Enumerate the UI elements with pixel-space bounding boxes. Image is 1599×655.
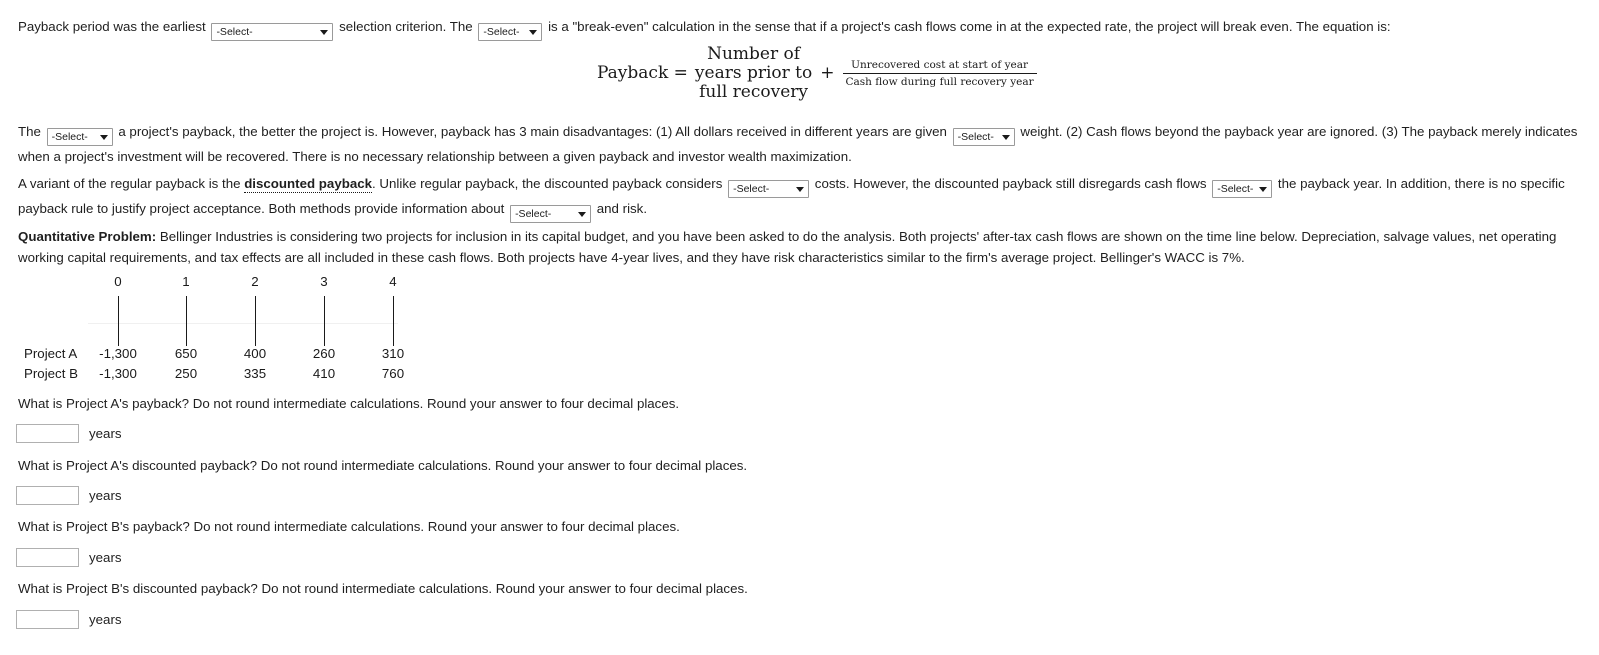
chevron-down-icon [578, 212, 587, 217]
timeline-b-value-4: 760 [381, 366, 405, 381]
beyond-before-select-value: -Select- [1217, 183, 1254, 195]
question-3-text: What is Project B's payback? Do not roun… [18, 519, 680, 534]
equation-stack-line-3: full recovery [699, 81, 808, 102]
timeline-row-label-a: Project A [24, 346, 78, 361]
timeline-b-value-2: 335 [243, 366, 267, 381]
payback-criterion-select[interactable]: -Select- [211, 23, 334, 41]
chevron-down-icon [796, 187, 805, 192]
weight-select-value: -Select- [957, 131, 994, 143]
question-3-input[interactable] [16, 548, 79, 567]
question-2-unit: years [89, 488, 122, 503]
timeline-period-3: 3 [320, 274, 328, 289]
timeline-a-value-0: -1,300 [99, 346, 137, 361]
question-2-input[interactable] [16, 486, 79, 505]
quantitative-problem-paragraph: Quantitative Problem: Bellinger Industri… [18, 226, 1578, 268]
question-1-unit: years [89, 426, 122, 441]
timeline-a-value-1: 650 [174, 346, 198, 361]
question-1-text: What is Project A's payback? Do not roun… [18, 396, 680, 411]
para3-text-2: . Unlike regular payback, the discounted… [372, 176, 723, 191]
timeline-b-value-0: -1,300 [99, 366, 137, 381]
para3-text-1: A variant of the regular payback is the [18, 176, 241, 191]
shorter-longer-select-value: -Select- [51, 131, 88, 143]
timeline-a-value-2: 400 [243, 346, 267, 361]
breakeven-term-select[interactable]: -Select- [478, 23, 543, 41]
question-3-answer-row: years [16, 548, 122, 567]
chevron-down-icon [99, 135, 108, 140]
timeline-tick-3 [324, 296, 325, 346]
quantitative-problem-text: Bellinger Industries is considering two … [18, 229, 1557, 265]
timeline-period-4: 4 [389, 274, 397, 289]
equation-numerator: Unrecovered cost at start of year [851, 58, 1028, 71]
timeline-a-value-4: 310 [381, 346, 405, 361]
chevron-down-icon [1259, 187, 1268, 192]
timeline-b-value-3: 410 [312, 366, 336, 381]
chevron-down-icon [529, 30, 538, 35]
liquidity-select[interactable]: -Select- [510, 205, 592, 223]
question-2-text: What is Project A's discounted payback? … [18, 458, 748, 473]
question-4-text: What is Project B's discounted payback? … [18, 581, 748, 596]
intro-text-1: Payback period was the earliest [18, 19, 206, 34]
payback-criterion-select-value: -Select- [216, 26, 253, 38]
question-4-unit: years [89, 612, 122, 627]
timeline-tick-1 [186, 296, 187, 346]
timeline-tick-0 [118, 296, 119, 346]
equation-fraction: Unrecovered cost at start of year Cash f… [842, 58, 1037, 89]
chevron-down-icon [320, 30, 329, 35]
equation-stack-line-2: years prior to [694, 62, 813, 83]
problem-page: Payback period was the earliest -Select-… [0, 0, 1599, 655]
para3-text-5: and risk. [596, 201, 648, 216]
question-2-answer-row: years [16, 486, 122, 505]
beyond-before-select[interactable]: -Select- [1212, 180, 1273, 198]
para2-text-2: a project's payback, the better the proj… [118, 124, 947, 139]
equation-plus-sign: + [820, 63, 835, 83]
capital-costs-select[interactable]: -Select- [728, 180, 810, 198]
question-4-answer-row: years [16, 610, 122, 629]
question-1-answer-row: years [16, 424, 122, 443]
cash-flow-timeline: 0 1 2 3 4 Project A -1,300 650 400 260 3… [18, 274, 448, 386]
question-1-input[interactable] [16, 424, 79, 443]
timeline-tick-4 [393, 296, 394, 346]
para3-text-3: costs. However, the discounted payback s… [814, 176, 1207, 191]
para2-text-1: The [18, 124, 41, 139]
timeline-period-2: 2 [251, 274, 259, 289]
timeline-period-1: 1 [182, 274, 190, 289]
quantitative-problem-label: Quantitative Problem: [18, 229, 157, 244]
timeline-row-label-b: Project B [24, 366, 78, 381]
equation-stack-line-1: Number of [707, 43, 801, 64]
weight-select[interactable]: -Select- [952, 128, 1015, 146]
payback-equation: Payback = Number of years prior to full … [597, 43, 1037, 102]
intro-paragraph: Payback period was the earliest -Select-… [18, 16, 1578, 41]
timeline-tick-2 [255, 296, 256, 346]
shorter-longer-select[interactable]: -Select- [46, 128, 113, 146]
question-3-unit: years [89, 550, 122, 565]
breakeven-term-select-value: -Select- [483, 26, 520, 38]
liquidity-select-value: -Select- [515, 208, 552, 220]
equation-left-side: Payback = [597, 63, 688, 83]
timeline-period-0: 0 [114, 274, 122, 289]
discounted-payback-paragraph: A variant of the regular payback is the … [18, 173, 1578, 223]
intro-text-3: is a "break-even" calculation in the sen… [548, 19, 1391, 34]
timeline-a-value-3: 260 [312, 346, 336, 361]
chevron-down-icon [1001, 135, 1010, 140]
intro-text-2: selection criterion. The [339, 19, 473, 34]
equation-years-stack: Number of years prior to full recovery [694, 43, 813, 102]
discounted-payback-term: discounted payback [244, 176, 373, 193]
question-4-input[interactable] [16, 610, 79, 629]
equation-denominator: Cash flow during full recovery year [845, 75, 1034, 88]
capital-costs-select-value: -Select- [733, 183, 770, 195]
disadvantages-paragraph: The -Select- a project's payback, the be… [18, 121, 1578, 167]
timeline-b-value-1: 250 [174, 366, 198, 381]
